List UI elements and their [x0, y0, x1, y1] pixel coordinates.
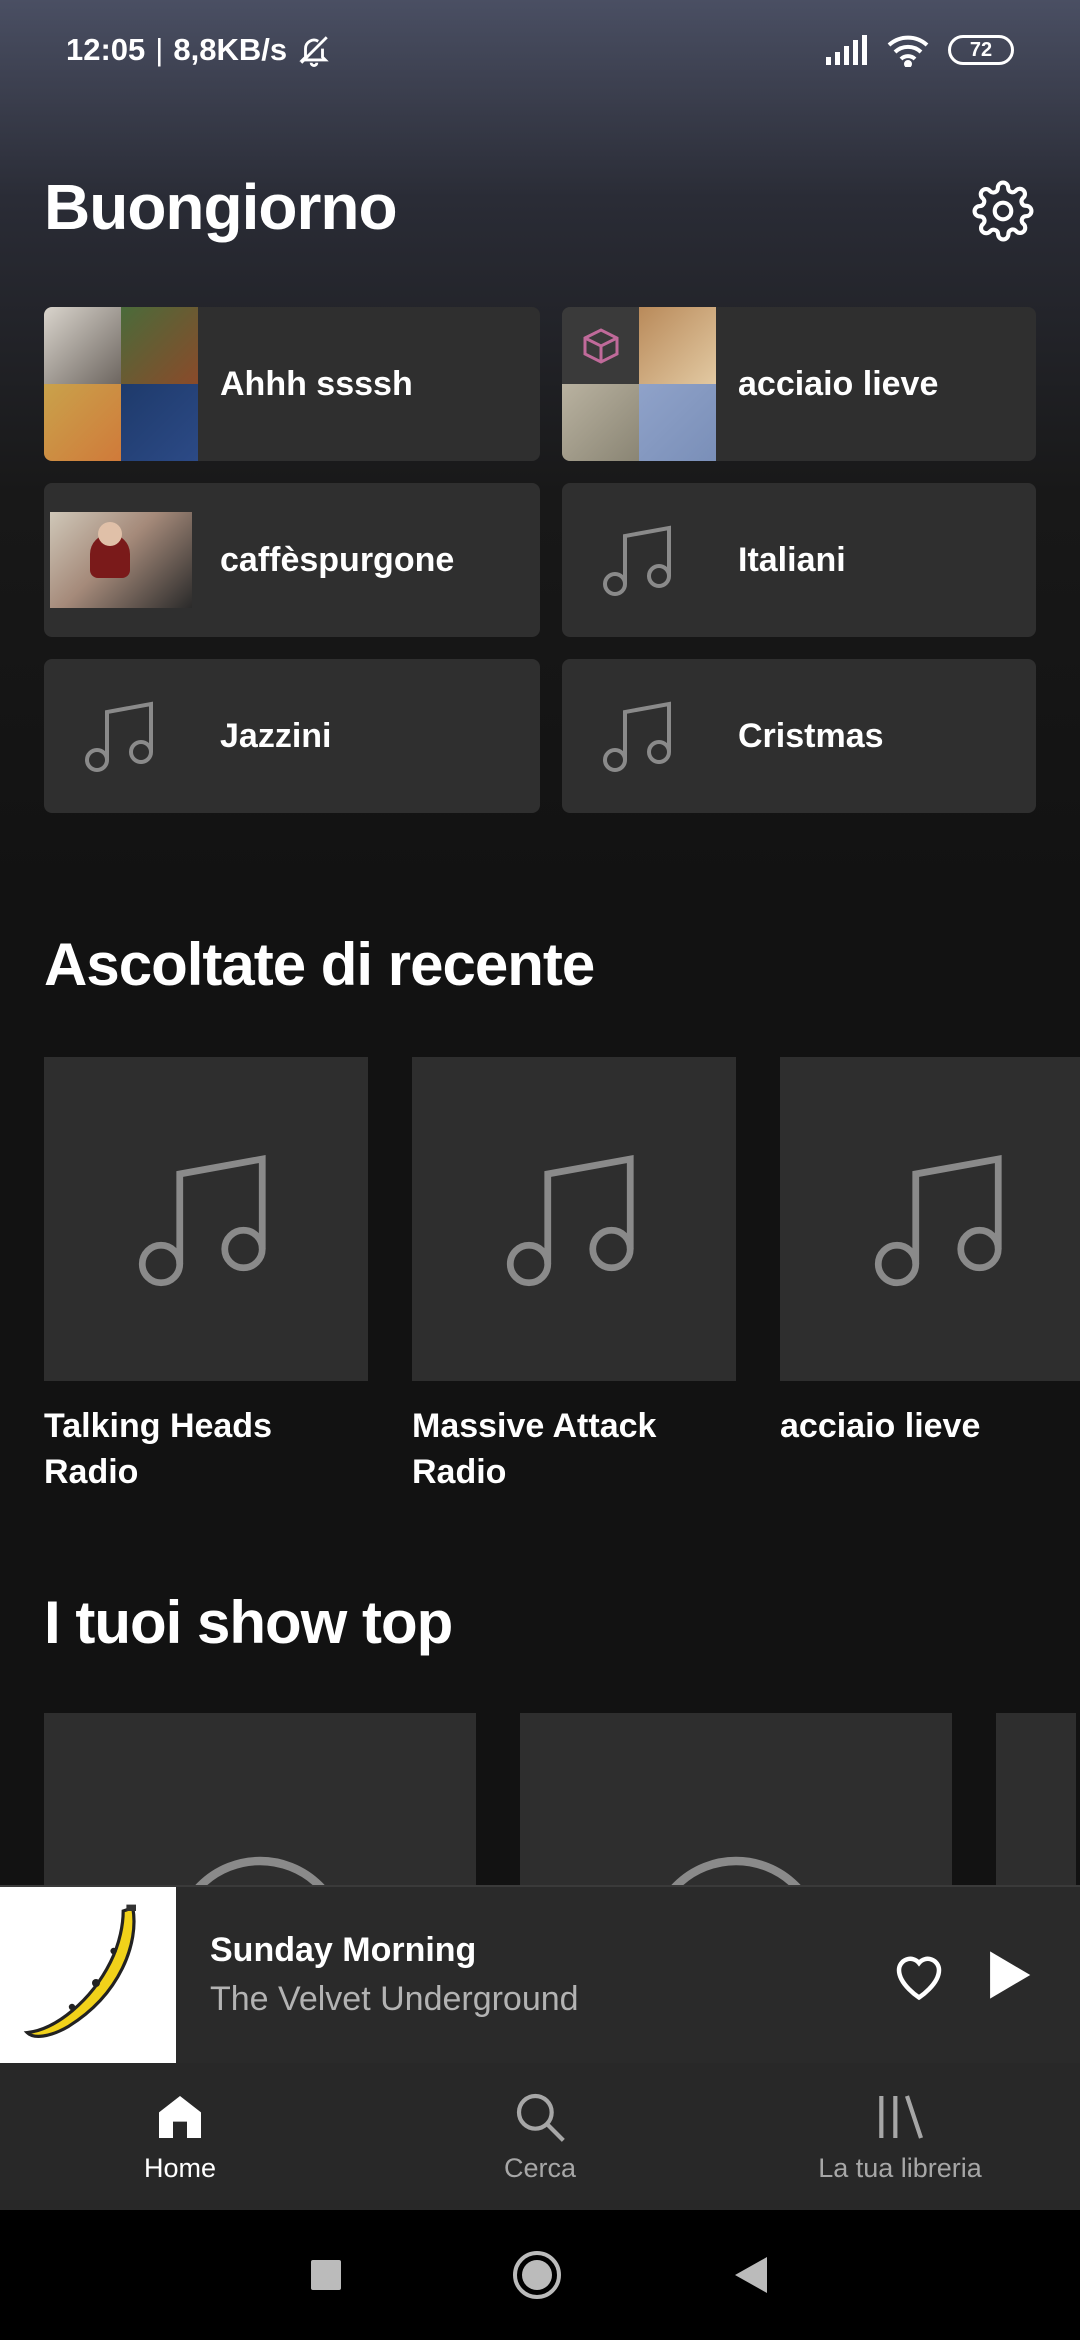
home-circle-button[interactable]: [511, 2249, 563, 2301]
card-title: Talking Heads Radio: [44, 1403, 368, 1495]
shortcut-label: caffèspurgone: [220, 540, 455, 579]
bell-off-icon: [299, 36, 329, 67]
card-title-line: Radio: [44, 1453, 139, 1491]
search-icon: [516, 2093, 565, 2142]
section-title-recent: Ascoltate di recente: [44, 931, 595, 998]
status-bar: 12:05 | 8,8KB/s 72: [0, 0, 1080, 100]
show-card[interactable]: [520, 1713, 952, 1885]
show-card[interactable]: [44, 1713, 476, 1885]
music-note-icon: [874, 1154, 1002, 1287]
page-title: Buongiorno: [44, 171, 398, 243]
nav-search-label: Cerca: [503, 2153, 577, 2183]
playlist-cover: [44, 659, 198, 813]
music-note-icon: [85, 701, 153, 772]
recent-card[interactable]: acciaio lieve: [780, 1057, 1080, 1495]
banana-icon: [23, 1904, 136, 2038]
play-button[interactable]: [964, 1930, 1054, 2020]
artist-name: The Velvet Underground: [210, 1980, 579, 2018]
now-playing-meta: Sunday Morning The Velvet Underground: [176, 1931, 874, 2019]
shortcut-tile[interactable]: Italiani: [562, 483, 1036, 637]
library-icon: [879, 2095, 923, 2139]
song-title: Sunday Morning: [210, 1931, 477, 1969]
card-cover: [780, 1057, 1080, 1381]
card-title-line: acciaio lieve: [780, 1407, 981, 1445]
card-title: acciaio lieve: [780, 1403, 1080, 1449]
status-right: 72: [826, 33, 1014, 67]
shows-carousel: [44, 1713, 1076, 1885]
playlist-cover: [44, 483, 198, 637]
system-nav-bar: [0, 2210, 1080, 2340]
show-card[interactable]: [996, 1713, 1076, 1885]
back-button[interactable]: [733, 2255, 769, 2295]
music-note-icon: [138, 1154, 266, 1287]
shortcut-tile[interactable]: Cristmas: [562, 659, 1036, 813]
status-left: 12:05 | 8,8KB/s: [66, 32, 331, 68]
card-cover: [412, 1057, 736, 1381]
shortcut-tile[interactable]: Jazzini: [44, 659, 540, 813]
podcast-icon: [195, 1856, 325, 1885]
shortcut-grid: Ahhh ssssh acciaio lieve caffèspurgone I…: [44, 307, 1036, 813]
recent-card[interactable]: Massive Attack Radio: [412, 1057, 736, 1495]
shortcut-label: Cristmas: [738, 716, 884, 755]
album-art: [0, 1887, 176, 2063]
nav-library[interactable]: La tua libreria: [720, 2063, 1080, 2210]
bottom-nav: Home Cerca La tua libreria: [0, 2063, 1080, 2210]
nav-home-label: Home: [143, 2153, 217, 2183]
shortcut-label: Jazzini: [220, 716, 332, 755]
card-title-line: Radio: [412, 1453, 507, 1491]
shortcut-label: Ahhh ssssh: [220, 364, 413, 403]
like-button[interactable]: [874, 1930, 964, 2020]
podcast-icon: [671, 1856, 801, 1885]
music-note-icon: [603, 525, 671, 596]
playlist-cover: [562, 659, 716, 813]
shortcut-tile[interactable]: Ahhh ssssh: [44, 307, 540, 461]
shortcut-label: Italiani: [738, 540, 846, 579]
mini-player[interactable]: Sunday Morning The Velvet Underground: [0, 1885, 1080, 2063]
battery-level: 72: [969, 38, 993, 61]
playlist-cover: [562, 307, 716, 461]
playlist-cover: [562, 483, 716, 637]
music-note-icon: [506, 1154, 634, 1287]
card-title-line: Talking Heads: [44, 1407, 272, 1445]
recent-card[interactable]: Talking Heads Radio: [44, 1057, 368, 1495]
heart-icon: [896, 1956, 942, 2001]
recents-button[interactable]: [311, 2260, 341, 2290]
nav-home[interactable]: Home: [0, 2063, 360, 2210]
signal-icon: [826, 35, 867, 65]
section-title-shows: I tuoi show top: [44, 1589, 453, 1656]
playlist-cover: [44, 307, 198, 461]
card-title-line: Massive Attack: [412, 1407, 657, 1445]
nav-search[interactable]: Cerca: [360, 2063, 720, 2210]
status-separator: |: [155, 32, 164, 67]
play-icon: [990, 1951, 1031, 1999]
card-title: Massive Attack Radio: [412, 1403, 736, 1495]
wifi-icon: [887, 35, 929, 67]
recent-carousel: Talking Heads Radio Massive Attack Radio…: [44, 1057, 1080, 1495]
card-cover: [44, 1057, 368, 1381]
nav-library-label: La tua libreria: [818, 2153, 982, 2183]
status-time: 12:05: [66, 32, 146, 67]
home-icon: [159, 2096, 201, 2138]
status-network-speed: 8,8KB/s: [173, 32, 288, 67]
gear-icon[interactable]: [972, 180, 1034, 242]
battery-indicator: 72: [948, 35, 1014, 65]
shortcut-tile[interactable]: caffèspurgone: [44, 483, 540, 637]
shortcut-label: acciaio lieve: [738, 364, 939, 403]
music-note-icon: [603, 701, 671, 772]
shortcut-tile[interactable]: acciaio lieve: [562, 307, 1036, 461]
